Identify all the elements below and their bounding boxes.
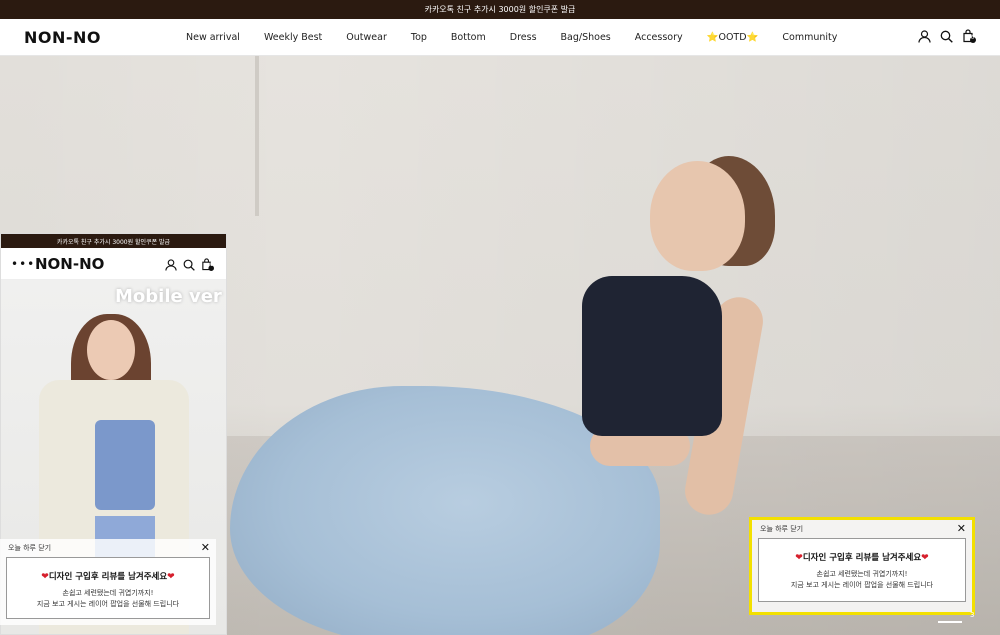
heart-icon: ❤ [921, 553, 929, 563]
slider-indicator[interactable] [938, 621, 962, 623]
nav-top[interactable]: Top [411, 32, 427, 43]
mobile-cart-icon[interactable]: 0 [201, 256, 214, 275]
nav-new-arrival[interactable]: New arrival [186, 32, 240, 43]
close-today-link[interactable]: 오늘 하루 닫기 [8, 544, 51, 552]
popup-title: ❤디자인 구입후 리뷰를 남겨주세요❤ [795, 553, 929, 563]
nav-weekly-best[interactable]: Weekly Best [264, 32, 322, 43]
close-today-link[interactable]: 오늘 하루 닫기 [760, 525, 803, 533]
review-popup: 오늘 하루 닫기 ✕ ❤디자인 구입후 리뷰를 남겨주세요❤ 손쉽고 세련됐는데… [749, 517, 975, 615]
promo-banner[interactable]: 카카오톡 친구 추가시 3000원 할인쿠폰 발급 [0, 0, 1000, 19]
mobile-model-head [87, 320, 135, 380]
nav-outwear[interactable]: Outwear [346, 32, 387, 43]
header-icons: 0 [918, 29, 976, 43]
popup-content[interactable]: ❤디자인 구입후 리뷰를 남겨주세요❤ 손쉽고 세련됐는데 귀엽기까지! 지금 … [758, 538, 966, 602]
popup-content[interactable]: ❤디자인 구입후 리뷰를 남겨주세요❤ 손쉽고 세련됐는데 귀엽기까지! 지금 … [6, 557, 210, 619]
mobile-search-icon[interactable] [183, 256, 195, 275]
close-icon[interactable]: ✕ [957, 520, 966, 538]
mobile-header-icons: 0 [165, 256, 214, 275]
main-nav: New arrival Weekly Best Outwear Top Bott… [186, 19, 861, 56]
heart-icon: ❤ [41, 572, 49, 582]
heart-icon: ❤ [795, 553, 803, 563]
nav-dress[interactable]: Dress [510, 32, 537, 43]
site-header: NON-NO New arrival Weekly Best Outwear T… [0, 19, 1000, 56]
mobile-promo-text: 카카오톡 친구 추가시 3000원 할인쿠폰 발급 [56, 238, 171, 246]
nav-ootd[interactable]: ⭐OOTD⭐ [707, 32, 759, 43]
nav-bottom[interactable]: Bottom [451, 32, 486, 43]
mobile-review-popup: 오늘 하루 닫기 ✕ ❤디자인 구입후 리뷰를 남겨주세요❤ 손쉽고 세련됐는데… [0, 539, 216, 625]
menu-icon[interactable]: ••• [11, 257, 35, 271]
hero-cable [255, 56, 259, 216]
popup-header: 오늘 하루 닫기 ✕ [0, 539, 216, 557]
model-top [582, 276, 722, 436]
cart-icon[interactable]: 0 [962, 29, 976, 43]
mobile-ver-label: Mobile ver [115, 286, 222, 307]
mobile-user-icon[interactable] [165, 256, 177, 275]
mobile-header: ••• NON-NO 0 [1, 248, 226, 280]
mobile-promo-banner[interactable]: 카카오톡 친구 추가시 3000원 할인쿠폰 발급 [1, 234, 226, 248]
promo-banner-text: 카카오톡 친구 추가시 3000원 할인쿠폰 발급 [424, 5, 576, 14]
nav-community[interactable]: Community [782, 32, 837, 43]
nav-bag-shoes[interactable]: Bag/Shoes [561, 32, 611, 43]
popup-header: 오늘 하루 닫기 ✕ [752, 520, 972, 538]
user-icon[interactable] [918, 29, 931, 43]
mobile-logo[interactable]: NON-NO [35, 255, 104, 273]
mobile-cart-count: 0 [210, 262, 214, 268]
close-icon[interactable]: ✕ [201, 539, 210, 557]
popup-line-2: 지금 보고 게시는 레이어 팝업을 선물해 드립니다 [790, 581, 934, 589]
popup-title: ❤디자인 구입후 리뷰를 남겨주세요❤ [41, 572, 175, 582]
model-head [650, 161, 745, 271]
nav-accessory[interactable]: Accessory [635, 32, 683, 43]
cart-count: 0 [971, 35, 975, 41]
slider-number: 3 [970, 611, 975, 619]
heart-icon: ❤ [167, 572, 175, 582]
popup-line-1: 손쉽고 세련됐는데 귀엽기까지! [62, 589, 154, 597]
site-logo[interactable]: NON-NO [24, 28, 101, 47]
mobile-model-top [95, 420, 155, 510]
popup-line-1: 손쉽고 세련됐는데 귀엽기까지! [816, 570, 908, 578]
search-icon[interactable] [940, 30, 953, 43]
popup-line-2: 지금 보고 게시는 레이어 팝업을 선물해 드립니다 [36, 600, 180, 608]
